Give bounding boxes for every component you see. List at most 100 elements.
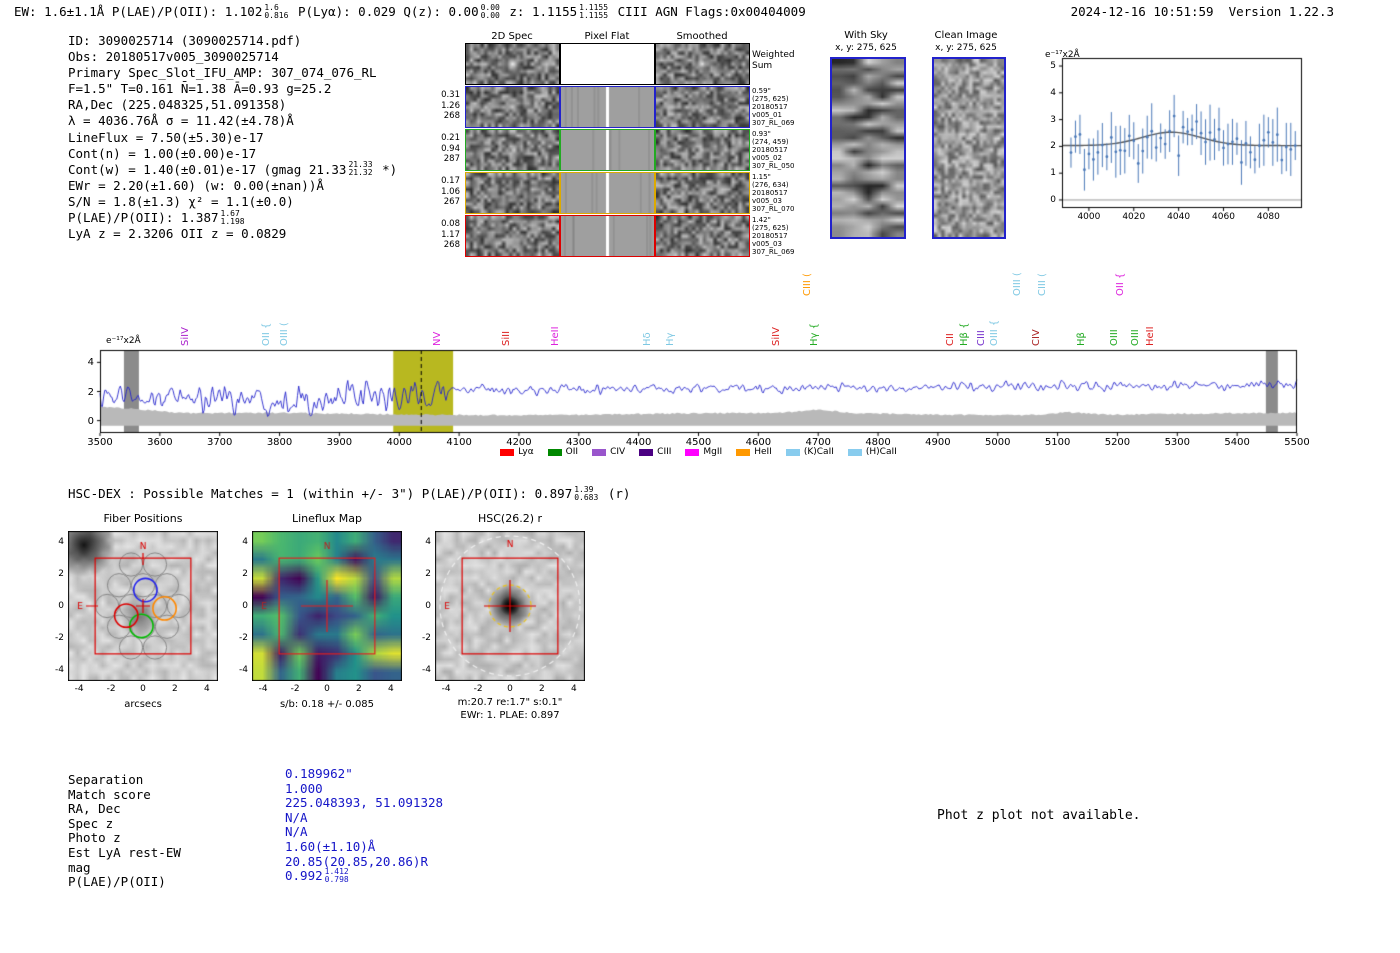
cutout-y-tick-label: 4 (242, 537, 248, 548)
legend-item: Lyα (500, 447, 534, 457)
legend-swatch (592, 448, 607, 456)
uncertainty-lower: 1.1155 (579, 10, 609, 20)
cutout-y-tick-label: -4 (422, 664, 431, 675)
clean-subtitle: x, y: 275, 625 (935, 43, 997, 53)
spec2d-cell (655, 172, 750, 214)
match-table-value: 225.048393, 51.091328 (285, 795, 443, 810)
text-segment: S/N = 1.8(±1.3) χ² = 1.1(±0.0) (68, 193, 294, 209)
spec2d-cell (560, 215, 655, 257)
match-table-row: Separation 0.189962" (68, 766, 498, 787)
spec2d-left-label: 268 (443, 240, 460, 250)
legend-swatch (785, 448, 800, 456)
info-line: Obs: 20180517v005_3090025714 (68, 49, 397, 65)
cutout-y-tick-label: 2 (242, 569, 248, 580)
match-table-value: N/A (285, 824, 308, 839)
spec2d-left-label: 267 (443, 197, 460, 207)
text-segment: Cont(w) = 1.40(±0.01)e-17 (gmag 21.33 (68, 161, 347, 177)
info-line: λ = 4036.76Å σ = 11.42(±4.78)Å (68, 113, 397, 129)
spec2d-right-label: (276, 634) (752, 181, 789, 189)
text-segment: LyA z = 2.3206 OII z = 0.0829 (68, 226, 287, 242)
stacked-uncertainty: 1.67 1.198 (220, 209, 245, 226)
stacked-uncertainty: 1.412 0.798 (325, 867, 349, 884)
spec2d-cell (560, 43, 655, 85)
line-marker-text: CIII ( (1036, 273, 1048, 296)
line-marker-text: HeII (1144, 326, 1156, 346)
match-table-value-text: 1.000 (285, 780, 323, 796)
match-table-row: P(LAE)/P(OII) 0.992 1.412 0.798 (68, 867, 498, 890)
spec2d-right-label: 1.42" (752, 216, 771, 224)
line-marker-text: OII { (260, 322, 272, 346)
spec2d-right-label: 0.59" (752, 87, 771, 95)
info-line: LyA z = 2.3206 OII z = 0.0829 (68, 226, 397, 242)
spec2d-cell (655, 215, 750, 257)
spec2d-image (466, 44, 559, 84)
spec2d-left-label: 0.21 (441, 133, 460, 143)
match-table-label: Match score (68, 786, 151, 802)
line-marker-text: OIII ( (1011, 272, 1023, 296)
match-table-value: 1.60(±1.10)Å (285, 839, 375, 854)
spec2d-left-label: 0.94 (441, 143, 460, 154)
lineflux-map-image (252, 531, 402, 681)
spec2d-image (466, 216, 559, 256)
match-table-value: 0.992 1.412 0.798 (285, 867, 351, 885)
legend-label: HeII (754, 447, 772, 457)
hsc-caption-1: m:20.7 re:1.7" s:0.1" (457, 697, 563, 708)
legend-label: (H)CaII (865, 447, 897, 457)
cutout-x-tick-label: 4 (570, 684, 577, 694)
lineflux-map-title: Lineflux Map (291, 512, 363, 525)
legend-swatch (639, 448, 654, 456)
spectrum-y-tick-label: 0 (87, 415, 94, 427)
match-table-label: Spec z (68, 815, 114, 831)
spec2d-image (656, 44, 749, 84)
match-table-label: Separation (68, 772, 144, 787)
text-segment: CIII AGN Flags:0x00404009 (610, 4, 806, 19)
text-segment: ID: 3090025714 (3090025714.pdf) (68, 33, 302, 48)
cutout-x-tick-label: -2 (290, 684, 300, 694)
uncertainty-lower: 1.198 (220, 216, 245, 226)
spec2d-left-label: 0.31 (441, 90, 460, 100)
legend-label: OII (565, 447, 579, 457)
fiber-positions-title: Fiber Positions (103, 512, 183, 525)
spec2d-right-label: v005_01 (752, 111, 782, 119)
spec2d-cell (465, 43, 560, 85)
spec2d-image (561, 216, 654, 256)
line-marker-text: Hβ (1076, 332, 1088, 346)
cutout-y-tick-label: -2 (55, 632, 64, 643)
spec2d-right-label: 307_RL_069 (752, 119, 795, 127)
spec2d-col-title-2: Pixel Flat (584, 31, 630, 42)
timestamp: 2024-12-16 10:51:59 (1070, 4, 1214, 19)
text-segment: RA,Dec (225.048325,51.091358) (68, 97, 287, 113)
spec2d-image (656, 87, 749, 127)
match-table-value: N/A (285, 810, 308, 825)
match-table-label: P(LAE)/P(OII) (68, 874, 166, 890)
info-line: S/N = 1.8(±1.3) χ² = 1.1(±0.0) (68, 194, 397, 210)
legend-item: CIII (639, 447, 671, 457)
spec2d-image (466, 173, 559, 213)
spec2d-row-left-labels: 0.31 1.26 268 (410, 90, 460, 122)
spec2d-cell (655, 129, 750, 171)
legend-item: CIV (592, 447, 625, 457)
summary-header: EW: 1.6±1.1Å P(LAE)/P(OII): 1.102 1.6 0.81… (14, 3, 806, 21)
match-table-row: Est LyA rest-EW 1.60(±1.10)Å (68, 839, 498, 860)
match-table-row: Spec z N/A (68, 810, 498, 831)
spec2d-image (561, 173, 654, 213)
info-line: F=1.5" T=0.161 N̄=1.38 Ā=0.93 g=25.2 (68, 81, 397, 97)
uncertainty-lower: 0.683 (574, 492, 599, 502)
match-table-value-text: 0.189962" (285, 766, 353, 781)
text-segment: Cont(n) = 1.00(±0.00)e-17 (68, 145, 257, 161)
text-segment: z: 1.1155 (501, 4, 578, 19)
text-segment: F=1.5" T=0.161 N̄=1.38 Ā=0.93 g=25.2 (68, 81, 332, 97)
line-marker-text: HeII (549, 326, 561, 346)
text-segment: Primary Spec_Slot_IFU_AMP: 307_074_076_R… (68, 65, 377, 81)
spec2d-row-right-labels: 0.93" (274, 459) 20180517 v005_02 307_RL_050 (752, 130, 812, 170)
spec2d-left-label: 268 (443, 111, 460, 121)
spectrum-legend: Lyα OII CIV CIII MgII HeII (K)CaII (H)CaII (100, 447, 1297, 457)
line-fit-plot (1052, 50, 1310, 220)
spec2d-left-label: 1.17 (441, 229, 460, 240)
spec2d-cell (655, 43, 750, 85)
hsc-cutout-image (435, 531, 585, 681)
legend-swatch (500, 448, 515, 456)
stacked-uncertainty: 1.6 0.816 (264, 3, 288, 20)
spec2d-cell (465, 172, 560, 214)
